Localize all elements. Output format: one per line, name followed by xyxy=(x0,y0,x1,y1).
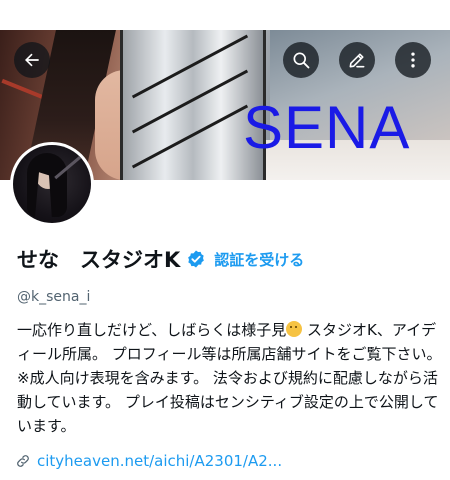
website-url[interactable]: cityheaven.net/aichi/A2301/A2... xyxy=(37,452,282,470)
get-verified-link[interactable]: 認証を受ける xyxy=(214,249,304,270)
top-whitespace xyxy=(0,0,450,30)
pencil-icon xyxy=(349,53,365,68)
bio-text-part1: 一応作り直しだけど、しばらくは様子見 xyxy=(17,321,287,339)
display-name: せな スタジオK xyxy=(17,248,181,272)
banner-overlay-text: SENA xyxy=(243,94,411,161)
user-handle: @k_sena_i xyxy=(17,289,91,305)
search-button[interactable] xyxy=(283,42,319,78)
name-row: せな スタジオK 認証を受ける xyxy=(17,247,304,272)
more-vertical-icon xyxy=(411,52,415,68)
search-icon xyxy=(293,52,310,69)
thinking-face-icon xyxy=(286,321,303,337)
verified-badge-icon[interactable] xyxy=(186,249,206,269)
avatar-image xyxy=(13,145,91,223)
edit-button[interactable] xyxy=(339,42,375,78)
profile-avatar[interactable] xyxy=(10,142,94,226)
profile-bio: 一応作り直しだけど、しばらくは様子見 スタジオK、アイディール所属。 プロフィー… xyxy=(17,318,445,438)
more-button[interactable] xyxy=(395,42,431,78)
profile-website-link[interactable]: cityheaven.net/aichi/A2301/A2... xyxy=(15,451,282,471)
back-button[interactable] xyxy=(14,42,50,78)
arrow-left-icon xyxy=(25,53,39,67)
link-icon xyxy=(17,455,29,467)
